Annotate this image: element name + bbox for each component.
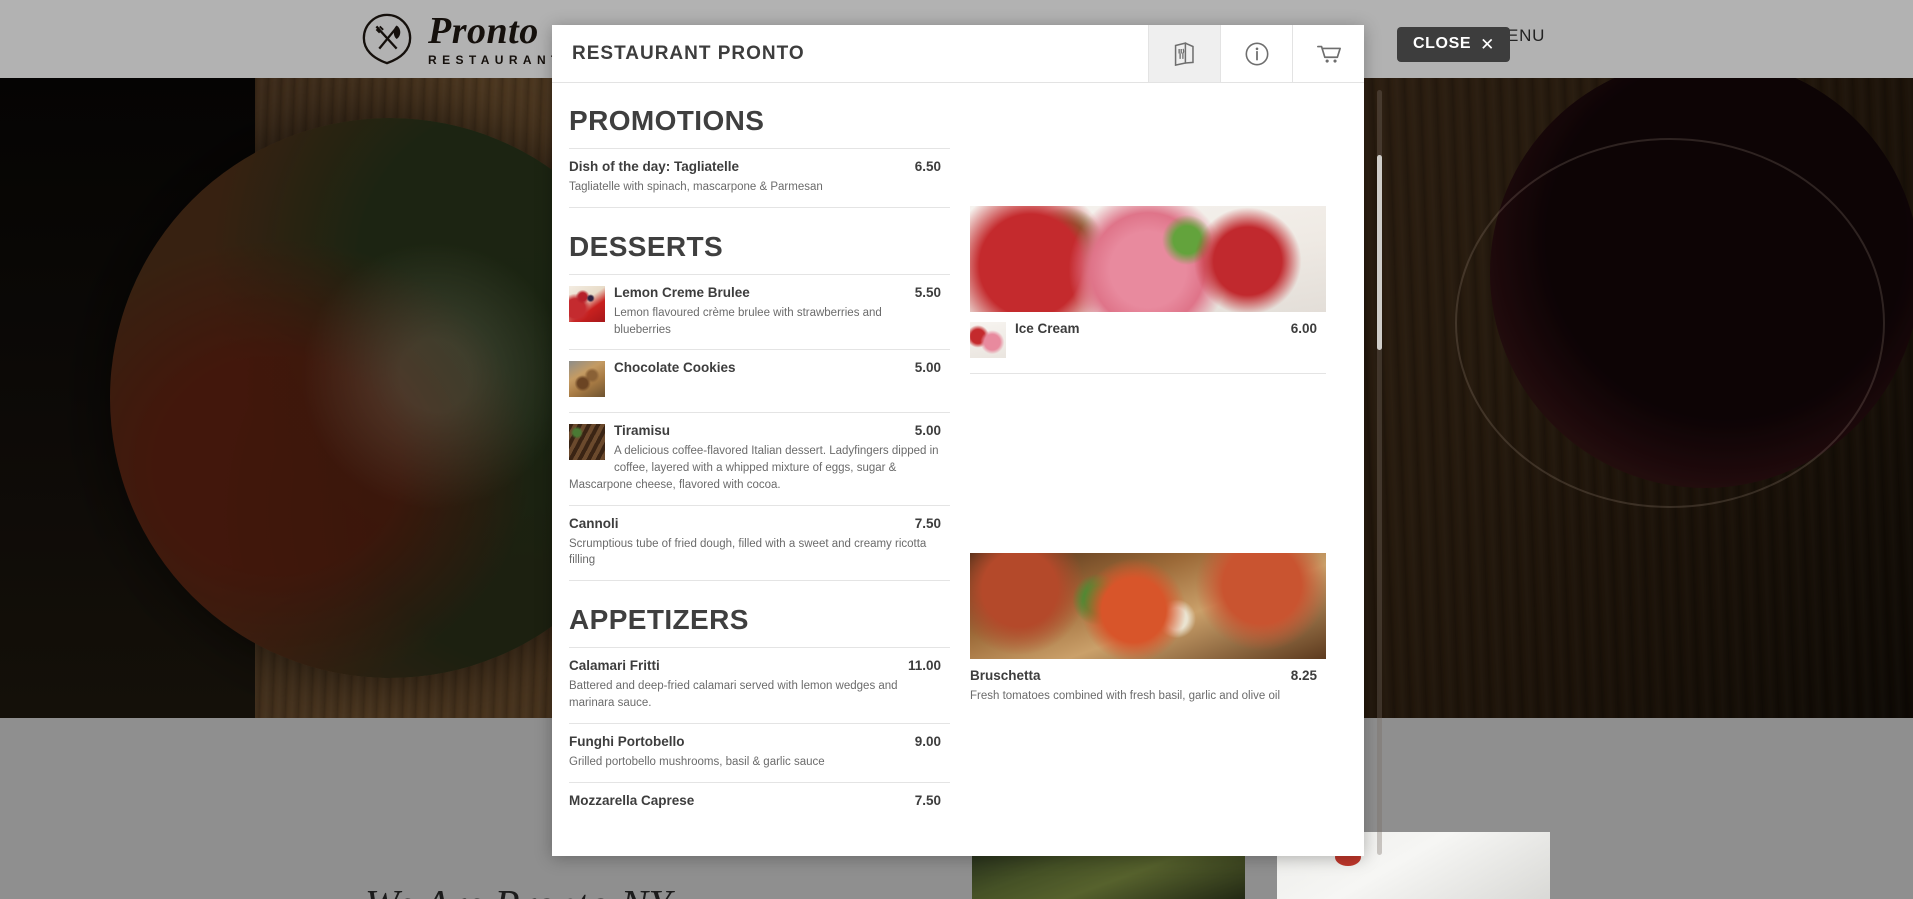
menu-item-price: 5.50	[914, 284, 941, 300]
featured-item-name: Bruschetta	[970, 668, 1041, 683]
menu-item-description: Grilled portobello mushrooms, basil & ga…	[569, 755, 825, 768]
menu-item-description: Battered and deep-fried calamari served …	[569, 680, 898, 710]
menu-item-price: 7.50	[914, 792, 941, 808]
menu-item-name: Calamari Fritti	[569, 658, 660, 674]
tab-menu[interactable]	[1148, 25, 1220, 82]
featured-item[interactable]: Ice Cream 6.00	[970, 206, 1326, 374]
close-button-label: CLOSE	[1413, 35, 1472, 52]
menu-item-price: 6.50	[914, 159, 941, 174]
modal-scrollbar-track[interactable]	[1377, 90, 1382, 855]
modal-tabs	[1148, 25, 1364, 82]
menu-item-name: Lemon Creme Brulee	[614, 284, 750, 300]
brand-logo[interactable]: Pronto RESTAURANT	[360, 12, 564, 66]
section-heading-about: We Are Pronto NY	[365, 880, 1065, 899]
wine-glass-rim	[1455, 138, 1885, 508]
menu-column-left: PROMOTIONS Dish of the day: Tagliatelle …	[552, 83, 950, 856]
menu-item-name: Cannoli	[569, 515, 619, 531]
fork-knife-circle-icon	[360, 12, 414, 66]
menu-item[interactable]: Mozzarella Caprese 7.50	[569, 781, 950, 819]
page-root: We Are Pronto NY Pronto RESTAURANT HOME …	[0, 0, 1913, 899]
menu-item-thumbnail	[569, 285, 605, 322]
menu-item[interactable]: Lemon Creme Brulee 5.50 Lemon flavoured …	[569, 273, 950, 350]
menu-item-description: Lemon flavoured crème brulee with strawb…	[614, 306, 882, 336]
menu-item[interactable]: Cannoli 7.50 Scrumptious tube of fried d…	[569, 504, 950, 581]
menu-modal: RESTAURANT PRONTO PROMOTIONS Dish of the…	[552, 25, 1364, 856]
menu-item[interactable]: Chocolate Cookies 5.00	[569, 349, 950, 412]
section-divider	[569, 580, 950, 582]
right-column-spacer	[970, 83, 1326, 202]
menu-column-right: Ice Cream 6.00 Bruschetta 8.25 Fresh tom…	[950, 83, 1344, 856]
menu-item-thumbnail	[569, 424, 605, 461]
menu-item[interactable]: Dish of the day: Tagliatelle 6.50 Taglia…	[569, 148, 950, 207]
modal-title: RESTAURANT PRONTO	[572, 42, 805, 64]
menu-item-price: 7.50	[914, 515, 941, 531]
section-divider	[569, 206, 950, 208]
menu-item-description: A delicious coffee-flavored Italian dess…	[569, 445, 939, 491]
tab-info[interactable]	[1220, 25, 1292, 82]
info-circle-icon	[1244, 41, 1270, 67]
menu-item-name: Funghi Portobello	[569, 733, 685, 749]
featured-item-image	[970, 206, 1326, 312]
section-heading-appetizers: APPETIZERS	[569, 604, 749, 636]
menu-item-description: Tagliatelle with spinach, mascarpone & P…	[569, 181, 823, 193]
menu-item-price: 9.00	[914, 733, 941, 749]
menu-item[interactable]: Tiramisu 5.00 A delicious coffee-flavore…	[569, 412, 950, 504]
menu-item-name: Chocolate Cookies	[614, 360, 736, 376]
featured-item-description: Fresh tomatoes combined with fresh basil…	[970, 690, 1281, 702]
menu-item[interactable]: Calamari Fritti 11.00 Battered and deep-…	[569, 647, 950, 723]
featured-item-thumbnail	[970, 322, 1006, 358]
featured-item-image	[970, 553, 1326, 659]
menu-item-name: Tiramisu	[614, 423, 671, 439]
tab-cart[interactable]	[1292, 25, 1364, 82]
modal-header: RESTAURANT PRONTO	[552, 25, 1364, 83]
menu-item-price: 5.00	[914, 423, 941, 439]
featured-item-name: Ice Cream	[1015, 321, 1080, 336]
brand-tagline: RESTAURANT	[428, 53, 564, 67]
brand-name: Pronto	[428, 10, 539, 52]
close-button[interactable]: CLOSE ✕	[1397, 27, 1510, 62]
section-heading-desserts: DESSERTS	[569, 230, 724, 262]
menu-item-price: 5.00	[914, 360, 941, 376]
right-column-spacer-2	[970, 374, 1326, 549]
menu-item-description: Scrumptious tube of fried dough, filled …	[569, 537, 927, 567]
menu-item-name: Mozzarella Caprese	[569, 792, 695, 808]
modal-scrollbar-thumb[interactable]	[1377, 155, 1382, 350]
menu-item-name: Dish of the day: Tagliatelle	[569, 159, 740, 174]
menu-item[interactable]: Funghi Portobello 9.00 Grilled portobell…	[569, 722, 950, 782]
featured-item-price: 8.25	[1290, 668, 1317, 683]
shopping-cart-icon	[1315, 41, 1343, 67]
featured-item[interactable]: Bruschetta 8.25 Fresh tomatoes combined …	[970, 553, 1326, 713]
modal-body: PROMOTIONS Dish of the day: Tagliatelle …	[552, 83, 1364, 856]
close-icon: ✕	[1480, 34, 1495, 54]
menu-book-icon	[1172, 41, 1197, 66]
featured-item-price: 6.00	[1290, 321, 1317, 336]
menu-item-thumbnail	[569, 361, 605, 398]
section-heading-promotions: PROMOTIONS	[569, 105, 765, 136]
menu-item-price: 11.00	[907, 658, 941, 674]
